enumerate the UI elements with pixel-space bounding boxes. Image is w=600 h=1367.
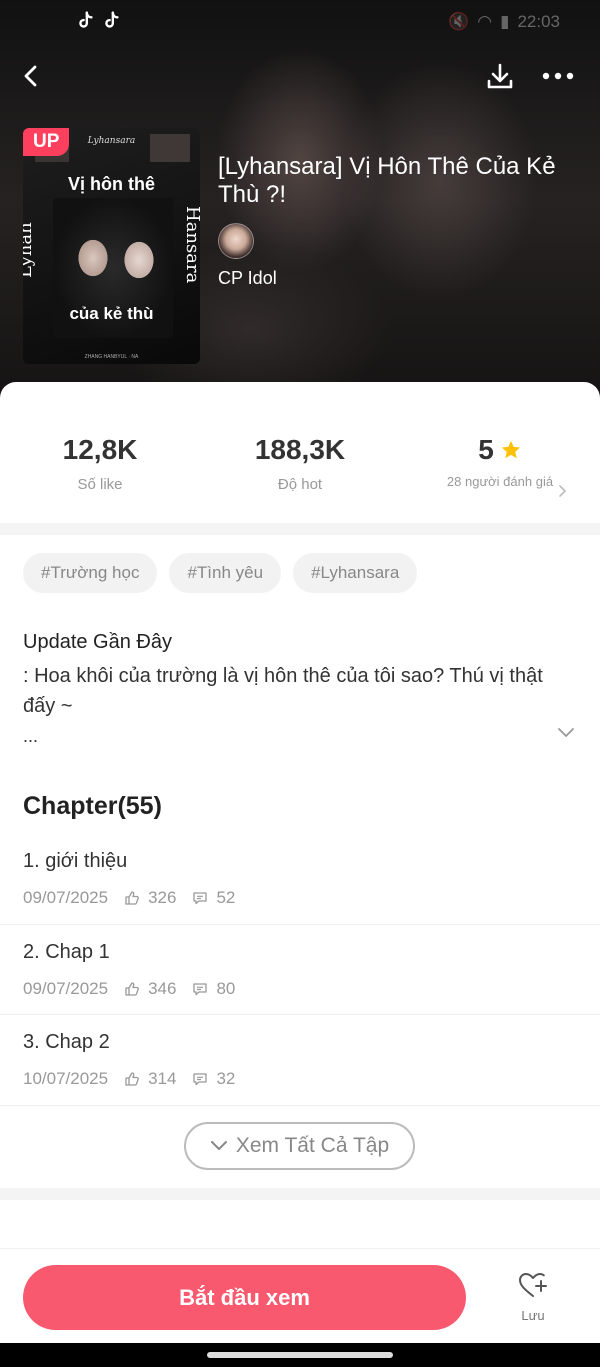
stats-row: 12,8K Số like 188,3K Độ hot 5 28 người đ… bbox=[0, 382, 600, 522]
comment-icon bbox=[193, 892, 208, 905]
system-nav-bar bbox=[0, 1343, 600, 1367]
book-title: [Lyhansara] Vị Hôn Thê Của Kẻ Thù ?! bbox=[218, 153, 556, 208]
cover-title-line2: của kẻ thù bbox=[69, 304, 154, 323]
more-dots-icon bbox=[542, 72, 574, 80]
back-button[interactable] bbox=[12, 56, 52, 96]
likes-value: 12,8K bbox=[62, 434, 138, 465]
status-icons: 🔇 ◠ ▮ 22:03 bbox=[448, 12, 560, 32]
signal-icon: ▮ bbox=[500, 12, 510, 31]
update-badge: UP bbox=[23, 128, 70, 156]
mute-icon: 🔇 bbox=[448, 12, 470, 31]
chapter-comments: 52 bbox=[216, 888, 236, 907]
save-button[interactable]: Lưu bbox=[508, 1271, 558, 1323]
chapter-item[interactable]: 1. giới thiệu 09/07/2025 326 52 bbox=[0, 834, 600, 925]
heart-plus-icon bbox=[519, 1273, 547, 1297]
hot-label: Độ hot bbox=[277, 476, 323, 493]
chapter-comments: 32 bbox=[216, 1069, 236, 1088]
chevron-down-icon bbox=[210, 1141, 227, 1150]
update-title: Update Gần Đây bbox=[23, 631, 172, 653]
chapter-date: 09/07/2025 bbox=[23, 978, 109, 998]
tag-list: #Trường học #Tình yêu #Lyhansara bbox=[23, 553, 418, 593]
chapter-comments: 80 bbox=[216, 978, 236, 998]
rating-value: 5 bbox=[478, 434, 494, 465]
section-divider bbox=[0, 1188, 600, 1200]
tiktok-icon bbox=[79, 11, 93, 28]
chapter-name: 3. Chap 2 bbox=[23, 1031, 110, 1053]
chapter-likes: 326 bbox=[148, 888, 177, 907]
update-text: : Hoa khôi của trường là vị hôn thê của … bbox=[23, 665, 543, 717]
view-all-chapters-button[interactable]: Xem Tất Cả Tập bbox=[184, 1122, 415, 1170]
chapter-likes: 346 bbox=[148, 978, 177, 998]
status-bar: 🔇 ◠ ▮ 22:03 bbox=[0, 8, 600, 36]
comment-icon bbox=[193, 1073, 208, 1086]
chevron-down-icon[interactable] bbox=[556, 726, 576, 738]
chapter-date: 10/07/2025 bbox=[23, 1069, 109, 1088]
stat-rating[interactable]: 5 28 người đánh giá bbox=[440, 434, 560, 490]
chapter-item[interactable]: 2. Chap 1 09/07/2025 346 80 bbox=[0, 925, 600, 1015]
author-avatar[interactable] bbox=[218, 223, 254, 259]
chapter-name: 2. Chap 1 bbox=[23, 940, 110, 963]
cover-side-right: Hansara bbox=[182, 206, 200, 284]
save-label: Lưu bbox=[521, 1308, 545, 1323]
cover-title-line1: Vị hôn thê bbox=[68, 174, 155, 194]
chevron-right-icon[interactable] bbox=[556, 484, 568, 498]
author-name[interactable]: CP Idol bbox=[218, 268, 277, 289]
update-ellipsis: ... bbox=[23, 726, 39, 746]
bottom-action-bar: Bắt đầu xem Lưu bbox=[0, 1248, 600, 1343]
top-actions bbox=[0, 56, 600, 96]
book-cover[interactable]: Lyhansara Vị hôn thê Lyhan Hansara của k… bbox=[23, 128, 200, 364]
rating-label: 28 người đánh giá bbox=[446, 474, 554, 489]
tag-tinh-yeu[interactable]: #Tình yêu bbox=[169, 553, 282, 593]
cover-bottom-text: ZHANG HANBYUL · NA bbox=[84, 354, 139, 360]
stat-likes: 12,8K Số like bbox=[40, 434, 160, 493]
home-indicator[interactable] bbox=[207, 1352, 393, 1358]
back-arrow-icon bbox=[24, 65, 37, 87]
tag-truong-hoc[interactable]: #Trường học bbox=[23, 553, 158, 593]
thumbs-up-icon bbox=[125, 1072, 139, 1086]
chapter-item[interactable]: 3. Chap 2 10/07/2025 314 32 bbox=[0, 1015, 600, 1106]
tag-lyhansara[interactable]: #Lyhansara bbox=[293, 553, 418, 593]
comment-icon bbox=[193, 982, 208, 995]
wifi-icon: ◠ bbox=[477, 12, 493, 31]
hero-header: 🔇 ◠ ▮ 22:03 Lyhansara Vị hôn thê Lyhan H… bbox=[0, 0, 600, 400]
content-card: 12,8K Số like 188,3K Độ hot 5 28 người đ… bbox=[0, 382, 600, 1342]
chapter-list: 1. giới thiệu 09/07/2025 326 52 2. Chap … bbox=[0, 834, 600, 1106]
chapter-heading: Chapter(55) bbox=[23, 792, 162, 820]
chapter-meta: 09/07/2025 326 52 bbox=[23, 888, 251, 908]
thumbs-up-icon bbox=[125, 891, 139, 905]
likes-label: Số like bbox=[77, 476, 123, 493]
tiktok-icon bbox=[105, 11, 119, 28]
start-reading-button[interactable]: Bắt đầu xem bbox=[23, 1265, 466, 1330]
more-button[interactable] bbox=[538, 56, 578, 96]
download-icon bbox=[487, 63, 513, 89]
chapter-name: 1. giới thiệu bbox=[23, 850, 128, 872]
chapter-likes: 314 bbox=[148, 1069, 177, 1088]
section-divider bbox=[0, 523, 600, 535]
download-button[interactable] bbox=[480, 56, 520, 96]
thumbs-up-icon bbox=[125, 981, 139, 996]
chapter-meta: 10/07/2025 314 32 bbox=[23, 1069, 251, 1089]
view-all-label: Xem Tất Cả Tập bbox=[235, 1134, 390, 1157]
chapter-meta: 09/07/2025 346 80 bbox=[23, 979, 251, 999]
stat-hot: 188,3K Độ hot bbox=[240, 434, 360, 493]
star-icon bbox=[501, 440, 520, 459]
chapter-date: 09/07/2025 bbox=[23, 888, 109, 907]
clock-text: 22:03 bbox=[517, 12, 560, 31]
cover-side-left: Lyhan bbox=[23, 222, 36, 278]
hot-value: 188,3K bbox=[254, 434, 346, 465]
